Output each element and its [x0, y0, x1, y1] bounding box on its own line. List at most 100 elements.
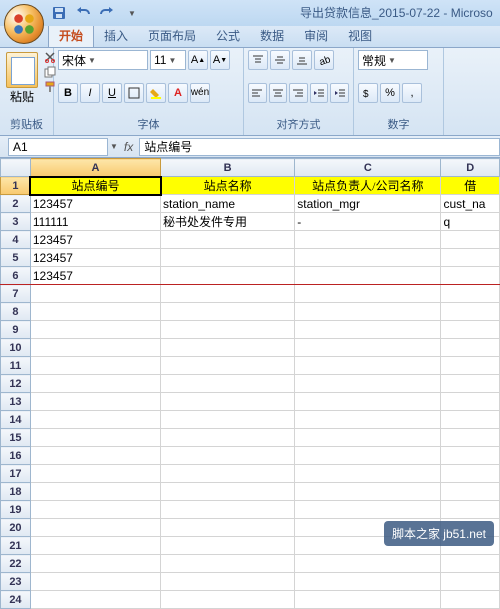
row-header[interactable]: 8: [1, 303, 31, 321]
cell[interactable]: [161, 465, 295, 483]
cell[interactable]: [295, 375, 441, 393]
row-header[interactable]: 6: [1, 267, 31, 285]
cell[interactable]: [30, 429, 160, 447]
cell[interactable]: [295, 501, 441, 519]
cell[interactable]: [441, 339, 500, 357]
cell[interactable]: [441, 429, 500, 447]
underline-button[interactable]: U: [102, 83, 122, 103]
cell[interactable]: [441, 303, 500, 321]
cell[interactable]: 借: [441, 177, 500, 195]
cell[interactable]: [161, 375, 295, 393]
cell[interactable]: 123457: [30, 267, 160, 285]
cell[interactable]: 站点名称: [161, 177, 295, 195]
cell[interactable]: [161, 285, 295, 303]
tab-0[interactable]: 开始: [48, 23, 94, 47]
cell[interactable]: [441, 411, 500, 429]
fill-color-button[interactable]: [146, 83, 166, 103]
row-header[interactable]: 18: [1, 483, 31, 501]
row-header[interactable]: 14: [1, 411, 31, 429]
cell[interactable]: [30, 465, 160, 483]
cell[interactable]: [295, 303, 441, 321]
cell[interactable]: 站点负责人/公司名称: [295, 177, 441, 195]
align-center-icon[interactable]: [269, 83, 288, 103]
cell[interactable]: [161, 573, 295, 591]
align-middle-icon[interactable]: [270, 50, 290, 70]
cell[interactable]: 123457: [30, 249, 160, 267]
cell[interactable]: [161, 429, 295, 447]
row-header[interactable]: 11: [1, 357, 31, 375]
row-header[interactable]: 24: [1, 591, 31, 609]
row-header[interactable]: 15: [1, 429, 31, 447]
cell[interactable]: [295, 339, 441, 357]
undo-icon[interactable]: [72, 3, 94, 23]
cell[interactable]: [295, 447, 441, 465]
percent-format-icon[interactable]: %: [380, 83, 400, 103]
cell[interactable]: [161, 411, 295, 429]
decrease-indent-icon[interactable]: [310, 83, 329, 103]
border-button[interactable]: [124, 83, 144, 103]
cell[interactable]: 111111: [30, 213, 160, 231]
cell[interactable]: [441, 393, 500, 411]
comma-format-icon[interactable]: ,: [402, 83, 422, 103]
increase-indent-icon[interactable]: [330, 83, 349, 103]
cell[interactable]: [441, 249, 500, 267]
cell[interactable]: [441, 321, 500, 339]
italic-button[interactable]: I: [80, 83, 100, 103]
cell[interactable]: [30, 483, 160, 501]
cell[interactable]: 站点编号: [30, 177, 160, 195]
cell[interactable]: [161, 519, 295, 537]
font-color-button[interactable]: A: [168, 83, 188, 103]
cell[interactable]: [441, 267, 500, 285]
cell[interactable]: [30, 555, 160, 573]
cell[interactable]: [295, 267, 441, 285]
cell[interactable]: [161, 591, 295, 609]
cell[interactable]: q: [441, 213, 500, 231]
cell[interactable]: [161, 321, 295, 339]
row-header[interactable]: 1: [1, 177, 31, 195]
row-header[interactable]: 13: [1, 393, 31, 411]
paste-button[interactable]: 粘贴: [4, 50, 40, 107]
cell[interactable]: [30, 357, 160, 375]
cell[interactable]: [161, 249, 295, 267]
row-header[interactable]: 10: [1, 339, 31, 357]
row-header[interactable]: 19: [1, 501, 31, 519]
cell[interactable]: [161, 393, 295, 411]
cell[interactable]: [441, 447, 500, 465]
cell[interactable]: [30, 447, 160, 465]
cell[interactable]: [295, 555, 441, 573]
save-icon[interactable]: [48, 3, 70, 23]
increase-font-icon[interactable]: A▲: [188, 50, 208, 70]
cell[interactable]: 123457: [30, 231, 160, 249]
tab-3[interactable]: 公式: [206, 24, 250, 47]
formula-input[interactable]: 站点编号: [139, 138, 500, 156]
cell[interactable]: [441, 555, 500, 573]
cell[interactable]: station_mgr: [295, 195, 441, 213]
tab-2[interactable]: 页面布局: [138, 24, 206, 47]
cell[interactable]: [295, 249, 441, 267]
row-header[interactable]: 5: [1, 249, 31, 267]
tab-5[interactable]: 审阅: [294, 24, 338, 47]
orientation-icon[interactable]: ab: [314, 50, 334, 70]
cell[interactable]: [441, 573, 500, 591]
cell[interactable]: [441, 357, 500, 375]
row-header[interactable]: 23: [1, 573, 31, 591]
cell[interactable]: [30, 501, 160, 519]
tab-6[interactable]: 视图: [338, 24, 382, 47]
cell[interactable]: [30, 591, 160, 609]
tab-4[interactable]: 数据: [250, 24, 294, 47]
cell[interactable]: [161, 555, 295, 573]
cell[interactable]: [30, 573, 160, 591]
select-all-corner[interactable]: [1, 159, 31, 177]
col-header[interactable]: B: [161, 159, 295, 177]
row-header[interactable]: 17: [1, 465, 31, 483]
row-header[interactable]: 2: [1, 195, 31, 213]
cell[interactable]: [161, 501, 295, 519]
row-header[interactable]: 20: [1, 519, 31, 537]
accounting-format-icon[interactable]: $: [358, 83, 378, 103]
office-button[interactable]: [4, 4, 44, 44]
row-header[interactable]: 12: [1, 375, 31, 393]
align-left-icon[interactable]: [248, 83, 267, 103]
row-header[interactable]: 16: [1, 447, 31, 465]
cell[interactable]: [295, 573, 441, 591]
cell[interactable]: -: [295, 213, 441, 231]
